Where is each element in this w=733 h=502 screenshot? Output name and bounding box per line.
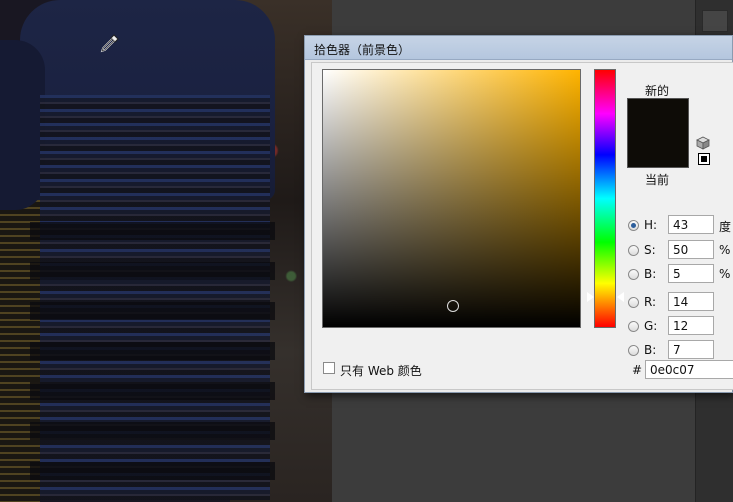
field-unit-s: % [719, 243, 731, 257]
field-label-bb: B: [644, 343, 657, 357]
hue-slider-right-arrow[interactable] [617, 292, 624, 303]
field-input-bb[interactable]: 7 [668, 340, 714, 359]
field-label-r: R: [644, 295, 657, 309]
radio-bv[interactable] [628, 269, 639, 280]
hex-prefix: # [632, 363, 643, 377]
dress-stripes [30, 200, 275, 500]
color-cube-icon[interactable] [696, 136, 710, 150]
color-picker-dialog: 拾色器（前景色） 新的 当前 # 0e0c07 只有 Web 颜色 H: 43 … [304, 35, 733, 393]
field-input-bv[interactable]: 5 [668, 264, 714, 283]
black-swatch-icon[interactable] [698, 153, 710, 165]
hue-slider-left-arrow[interactable] [587, 292, 594, 303]
field-label-g: G: [644, 319, 658, 333]
background-photo [0, 0, 332, 502]
eyedropper-icon [100, 34, 119, 53]
radio-g[interactable] [628, 321, 639, 332]
color-swatch [627, 98, 689, 168]
hue-slider[interactable] [594, 69, 616, 328]
hex-input[interactable]: 0e0c07 [645, 360, 733, 379]
field-unit-h: 度 [719, 220, 732, 234]
field-input-h[interactable]: 43 [668, 215, 714, 234]
dialog-title: 拾色器（前景色） [314, 43, 411, 57]
field-label-h: H: [644, 218, 658, 232]
black-gradient [323, 70, 580, 327]
current-color-swatch[interactable] [628, 133, 688, 167]
field-label-bv: B: [644, 267, 657, 281]
saturation-brightness-field[interactable] [322, 69, 581, 328]
new-color-label: 新的 [645, 84, 670, 98]
panel-button[interactable] [702, 10, 728, 32]
field-unit-bv: % [719, 267, 731, 281]
field-input-r[interactable]: 14 [668, 292, 714, 311]
web-colors-checkbox[interactable] [323, 362, 335, 374]
current-color-label: 当前 [645, 173, 670, 187]
radio-r[interactable] [628, 297, 639, 308]
radio-h[interactable] [628, 220, 639, 231]
dress-arm [0, 40, 45, 210]
new-color-swatch [628, 99, 688, 133]
field-input-g[interactable]: 12 [668, 316, 714, 335]
web-colors-label: 只有 Web 颜色 [340, 364, 422, 378]
field-label-s: S: [644, 243, 656, 257]
field-input-s[interactable]: 50 [668, 240, 714, 259]
radio-s[interactable] [628, 245, 639, 256]
color-cursor[interactable] [446, 300, 459, 313]
dialog-titlebar[interactable]: 拾色器（前景色） [305, 36, 732, 60]
radio-bb[interactable] [628, 345, 639, 356]
